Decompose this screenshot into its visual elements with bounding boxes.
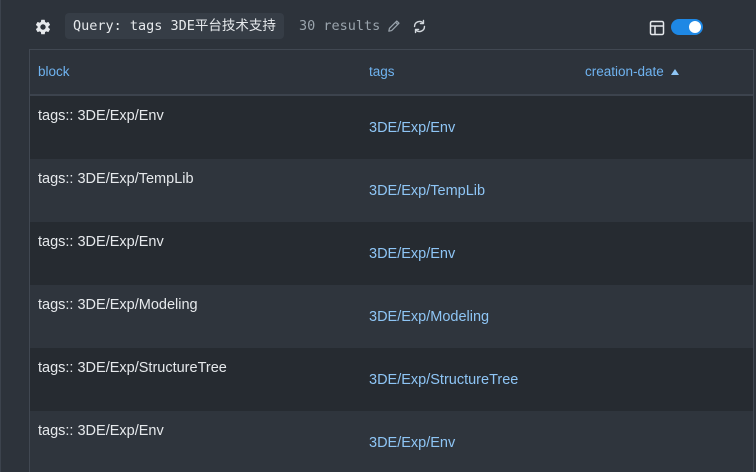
tag-link[interactable]: 3DE/Exp/Env [369,246,455,262]
table-row: tags:: 3DE/Exp/Modeling 3DE/Exp/Modeling [30,285,753,348]
refresh-icon[interactable] [411,18,428,35]
block-cell[interactable]: tags:: 3DE/Exp/Env [38,234,164,250]
tag-link[interactable]: 3DE/Exp/StructureTree [369,372,518,388]
table-header: block tags creation-date [30,50,753,96]
table-mode-toggle[interactable] [671,19,703,35]
query-header: Query: tags 3DE平台技术支持 30 results [31,13,756,41]
tag-link[interactable]: 3DE/Exp/TempLib [369,183,485,199]
table-row: tags:: 3DE/Exp/Env 3DE/Exp/Env [30,96,753,159]
results-table: block tags creation-date tags:: 3DE/Exp/… [29,49,754,472]
block-cell[interactable]: tags:: 3DE/Exp/Modeling [38,297,198,313]
block-cell[interactable]: tags:: 3DE/Exp/StructureTree [38,360,227,376]
table-row: tags:: 3DE/Exp/TempLib 3DE/Exp/TempLib [30,159,753,222]
table-row: tags:: 3DE/Exp/Env 3DE/Exp/Env [30,411,753,472]
column-header-label: creation-date [585,64,664,79]
column-header-creation-date[interactable]: creation-date [585,50,679,94]
column-header-block[interactable]: block [38,50,70,94]
tag-link[interactable]: 3DE/Exp/Modeling [369,309,489,325]
sort-ascending-icon [670,69,679,75]
table-view-icon[interactable] [649,20,665,36]
block-cell[interactable]: tags:: 3DE/Exp/TempLib [38,171,194,187]
gear-icon[interactable] [34,18,52,36]
query-results-panel: Query: tags 3DE平台技术支持 30 results block t… [0,0,756,472]
results-count: 30 results [299,18,381,34]
pencil-icon[interactable] [387,19,401,33]
tag-link[interactable]: 3DE/Exp/Env [369,435,455,451]
query-label[interactable]: Query: tags 3DE平台技术支持 [65,13,284,39]
table-row: tags:: 3DE/Exp/StructureTree 3DE/Exp/Str… [30,348,753,411]
block-cell[interactable]: tags:: 3DE/Exp/Env [38,423,164,439]
tag-link[interactable]: 3DE/Exp/Env [369,120,455,136]
block-cell[interactable]: tags:: 3DE/Exp/Env [38,108,164,124]
table-row: tags:: 3DE/Exp/Env 3DE/Exp/Env [30,222,753,285]
toggle-knob [689,21,701,33]
column-header-tags[interactable]: tags [369,50,395,94]
